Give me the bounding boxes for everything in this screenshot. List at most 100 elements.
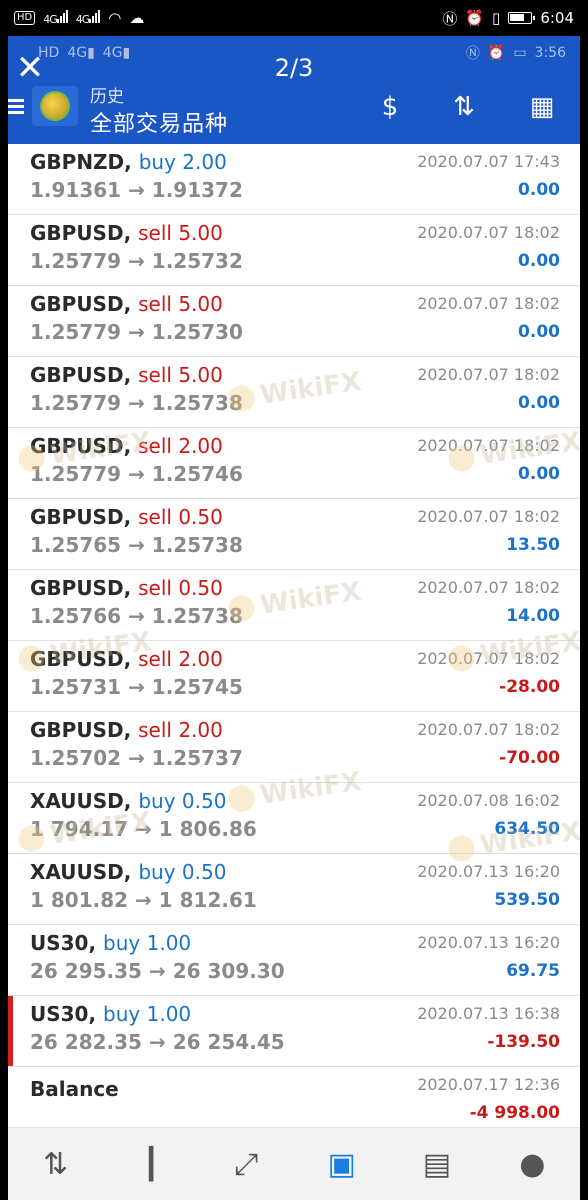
- close-price: 1 812.61: [158, 888, 257, 912]
- trade-profit: 13.50: [506, 535, 560, 555]
- open-price: 1.25731: [30, 675, 122, 699]
- news-tab-icon[interactable]: ▤: [413, 1140, 461, 1188]
- trade-row[interactable]: XAUUSD, buy 0.50 1 801.82 → 1 812.61 2020.…: [8, 854, 580, 925]
- open-price: 1.25779: [30, 391, 122, 415]
- trade-time: 2020.07.07 18:02: [417, 578, 560, 597]
- trade-side-volume: sell 5.00: [138, 363, 223, 387]
- quotes-tab-icon[interactable]: ⇅: [32, 1140, 80, 1188]
- trade-time: 2020.07.07 18:02: [417, 223, 560, 242]
- system-status-bar: HD 4G 4G ◠ ☁ Ⓝ ⏰ ▯ 6:04: [0, 0, 588, 36]
- trade-time: 2020.07.07 18:02: [417, 507, 560, 526]
- trade-symbol: XAUUSD, buy 0.50: [30, 860, 227, 884]
- trade-symbol: GBPUSD, sell 0.50: [30, 576, 223, 600]
- trade-symbol: GBPUSD, sell 5.00: [30, 221, 223, 245]
- trade-symbol: GBPUSD, sell 5.00: [30, 363, 223, 387]
- open-price: 1.25779: [30, 249, 122, 273]
- trade-profit: -139.50: [487, 1032, 560, 1052]
- sort-icon[interactable]: ⇅: [444, 92, 484, 122]
- trade-prices: 1.25779 → 1.25738: [30, 391, 243, 415]
- trade-side-volume: sell 0.50: [138, 576, 223, 600]
- trade-profit: 0.00: [518, 393, 560, 413]
- trade-profit: 539.50: [494, 890, 560, 910]
- app-header: HD 4G▮ 4G▮ Ⓝ ⏰ ▭ 3:56 ✕ 2/3 历史 全部交易品种 $ ⇅ ▦: [8, 36, 580, 144]
- close-price: 26 254.45: [172, 1030, 285, 1054]
- hd-icon: HD: [14, 11, 36, 25]
- nfc-icon: Ⓝ: [442, 9, 458, 28]
- trade-time: 2020.07.07 18:02: [417, 294, 560, 313]
- trade-prices: 1.25702 → 1.25737: [30, 746, 243, 770]
- wifi-icon: ◠: [108, 9, 122, 27]
- trade-prices: 26 282.35 → 26 254.45: [30, 1030, 285, 1054]
- trade-side-volume: buy 1.00: [103, 931, 192, 955]
- battery-icon: [508, 12, 536, 24]
- open-price: 26 282.35: [30, 1030, 142, 1054]
- trade-time: 2020.07.13 16:20: [417, 862, 560, 881]
- close-price: 1.25737: [151, 746, 243, 770]
- app-logo: [32, 86, 78, 126]
- open-price: 1.91361: [30, 178, 122, 202]
- arrow-icon: →: [128, 675, 145, 699]
- arrow-icon: →: [135, 888, 152, 912]
- trade-row[interactable]: GBPUSD, sell 5.00 1.25779 → 1.25732 2020.0…: [8, 215, 580, 286]
- close-price: 1.91372: [151, 178, 243, 202]
- currency-exchange-icon[interactable]: $: [370, 92, 410, 122]
- trade-prices: 1.25779 → 1.25730: [30, 320, 243, 344]
- arrow-icon: →: [128, 604, 145, 628]
- trade-row[interactable]: GBPUSD, sell 5.00 1.25779 → 1.25730 2020.0…: [8, 286, 580, 357]
- arrow-icon: →: [148, 1030, 166, 1054]
- trade-profit: 14.00: [506, 606, 560, 626]
- chat-tab-icon[interactable]: ●: [508, 1140, 556, 1188]
- signal-4g-icon: 4G: [76, 10, 101, 26]
- trade-prices: 26 295.35 → 26 309.30: [30, 959, 285, 983]
- trade-side-volume: sell 5.00: [138, 221, 223, 245]
- trade-side-volume: buy 2.00: [138, 150, 227, 174]
- trade-row[interactable]: GBPUSD, sell 2.00 1.25702 → 1.25737 2020.0…: [8, 712, 580, 783]
- trade-row[interactable]: GBPUSD, sell 0.50 1.25765 → 1.25738 2020.0…: [8, 499, 580, 570]
- menu-icon[interactable]: [8, 96, 24, 116]
- arrow-icon: →: [128, 249, 145, 273]
- trade-time: 2020.07.07 17:43: [417, 152, 560, 171]
- trade-side-volume: buy 0.50: [138, 789, 227, 813]
- close-price: 26 309.30: [172, 959, 285, 983]
- arrow-icon: →: [128, 391, 145, 415]
- signal-4g-icon: 4G: [43, 10, 68, 26]
- trade-symbol: GBPUSD, sell 0.50: [30, 505, 223, 529]
- trade-symbol: US30, buy 1.00: [30, 931, 192, 955]
- open-price: 26 295.35: [30, 959, 142, 983]
- trade-prices: 1.25779 → 1.25732: [30, 249, 243, 273]
- calendar-icon[interactable]: ▦: [522, 92, 562, 122]
- page-subtitle: 历史: [90, 87, 124, 107]
- close-price: 1.25732: [151, 249, 243, 273]
- alarm-icon: ⏰: [465, 9, 485, 27]
- trade-row[interactable]: US30, buy 1.00 26 282.35 → 26 254.45 2020.…: [8, 996, 580, 1067]
- chart-tab-icon[interactable]: ┃: [127, 1140, 175, 1188]
- trade-time: 2020.07.07 18:02: [417, 720, 560, 739]
- trade-profit: 0.00: [518, 322, 560, 342]
- trade-side-volume: buy 1.00: [103, 1002, 192, 1026]
- trade-symbol: US30, buy 1.00: [30, 1002, 192, 1026]
- bottom-navigation: ⇅ ┃ ⤢ ▣ ▤ ●: [8, 1127, 580, 1200]
- arrow-icon: →: [128, 462, 145, 486]
- cloud-icon: ☁: [129, 9, 145, 27]
- page-title[interactable]: 全部交易品种: [90, 106, 228, 138]
- trade-row[interactable]: GBPNZD, buy 2.00 1.91361 → 1.91372 2020.07…: [8, 144, 580, 215]
- trade-side-volume: buy 0.50: [138, 860, 227, 884]
- history-tab-icon[interactable]: ▣: [318, 1140, 366, 1188]
- open-price: 1 801.82: [30, 888, 129, 912]
- trade-prices: 1.25731 → 1.25745: [30, 675, 243, 699]
- trade-tab-icon[interactable]: ⤢: [222, 1140, 270, 1188]
- close-price: 1.25745: [151, 675, 243, 699]
- balance-time: 2020.07.17 12:36: [417, 1075, 560, 1094]
- trade-profit: -70.00: [499, 748, 560, 768]
- trade-profit: 0.00: [518, 180, 560, 200]
- open-price: 1.25779: [30, 320, 122, 344]
- arrow-icon: →: [128, 533, 145, 557]
- trade-profit: 0.00: [518, 251, 560, 271]
- trade-profit: 0.00: [518, 464, 560, 484]
- trade-symbol: GBPNZD, buy 2.00: [30, 150, 227, 174]
- balance-amount: -4 998.00: [469, 1103, 560, 1123]
- clock: 6:04: [540, 9, 574, 27]
- arrow-icon: →: [128, 178, 145, 202]
- trade-row[interactable]: US30, buy 1.00 26 295.35 → 26 309.30 2020.…: [8, 925, 580, 996]
- trade-symbol: GBPUSD, sell 5.00: [30, 292, 223, 316]
